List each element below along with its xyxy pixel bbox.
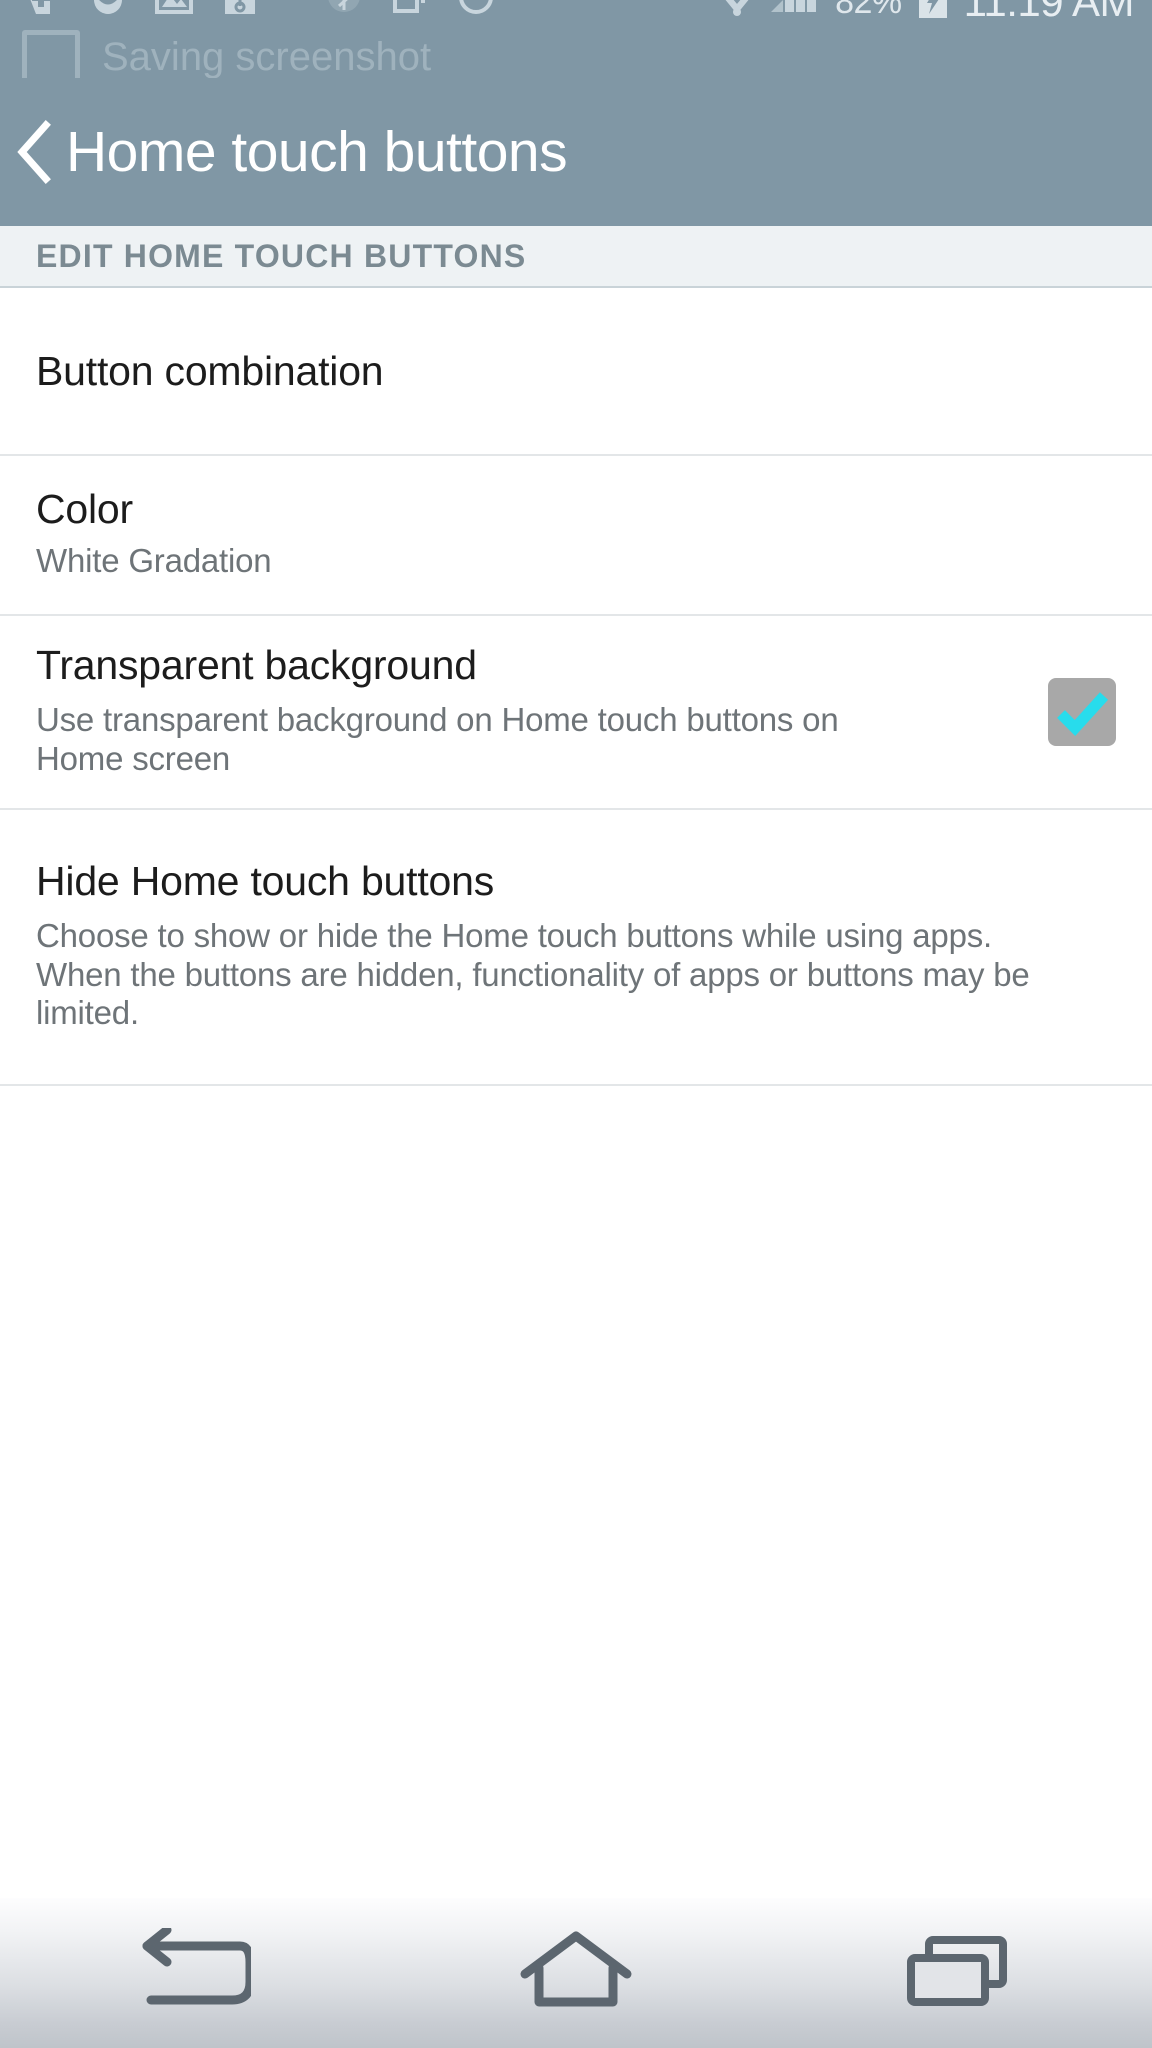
page-title: Home touch buttons xyxy=(66,120,568,184)
clock-label: 11:19 AM xyxy=(963,0,1135,25)
row-text-group: Transparent background Use transparent b… xyxy=(36,645,1024,779)
list-item-title: Hide Home touch buttons xyxy=(36,857,495,904)
screenshot-image-icon xyxy=(154,0,194,24)
status-bar-right-group: 82% 11:19 AM xyxy=(715,0,1135,30)
list-item-summary: White Gradation xyxy=(36,542,272,580)
wifi-icon xyxy=(715,0,755,24)
nav-back-button[interactable] xyxy=(0,1898,384,2048)
row-text-group: Color White Gradation xyxy=(36,489,1116,581)
list-item-title: Transparent background xyxy=(36,642,477,689)
status-bar[interactable]: 82% 11:19 AM Saving screenshot xyxy=(0,0,1152,78)
recent-apps-icon xyxy=(901,1928,1019,2018)
navigation-bar xyxy=(0,1898,1152,2048)
home-icon xyxy=(517,1928,635,2018)
bluetooth-icon xyxy=(324,0,364,24)
content-area: EDIT HOME TOUCH BUTTONS Button combinati… xyxy=(0,226,1152,1898)
vibrate-icon xyxy=(390,0,430,24)
empty-list-space xyxy=(0,1086,1152,1898)
status-bar-icon-group xyxy=(22,0,496,30)
checkmark-icon xyxy=(1057,692,1109,736)
download-complete-icon xyxy=(22,0,62,24)
row-text-group: Button combination xyxy=(36,347,1116,394)
battery-charging-icon xyxy=(916,0,950,24)
settings-list: Button combination Color White Gradation… xyxy=(0,288,1152,1086)
battery-percent-label: 82% xyxy=(835,0,902,21)
list-item-title: Button combination xyxy=(36,347,384,394)
list-item-transparent-background[interactable]: Transparent background Use transparent b… xyxy=(0,616,1152,810)
back-chevron-icon[interactable] xyxy=(10,117,62,187)
back-icon xyxy=(133,1928,251,2018)
list-item-hide-home-touch-buttons[interactable]: Hide Home touch buttons Choose to show o… xyxy=(0,810,1152,1086)
notification-saving-screenshot[interactable]: Saving screenshot xyxy=(22,30,431,78)
download-icon xyxy=(88,0,128,24)
nav-home-button[interactable] xyxy=(384,1898,768,2048)
notification-text: Saving screenshot xyxy=(102,34,432,79)
alarm-clock-icon xyxy=(456,0,496,24)
list-item-summary: Choose to show or hide the Home touch bu… xyxy=(36,916,1030,1032)
action-bar: Home touch buttons xyxy=(0,78,1152,226)
list-item-button-combination[interactable]: Button combination xyxy=(0,288,1152,456)
screenshot-icon xyxy=(22,30,80,78)
list-item-color[interactable]: Color White Gradation xyxy=(0,456,1152,616)
section-header: EDIT HOME TOUCH BUTTONS xyxy=(0,226,1152,288)
nav-recent-apps-button[interactable] xyxy=(768,1898,1152,2048)
list-item-title: Color xyxy=(36,486,133,533)
list-item-summary: Use transparent background on Home touch… xyxy=(36,701,839,777)
usb-debugging-icon xyxy=(220,0,260,24)
row-text-group: Hide Home touch buttons Choose to show o… xyxy=(36,857,1116,1034)
section-header-label: EDIT HOME TOUCH BUTTONS xyxy=(36,237,527,274)
cellular-signal-icon xyxy=(769,0,821,24)
transparent-background-checkbox[interactable] xyxy=(1048,678,1116,746)
